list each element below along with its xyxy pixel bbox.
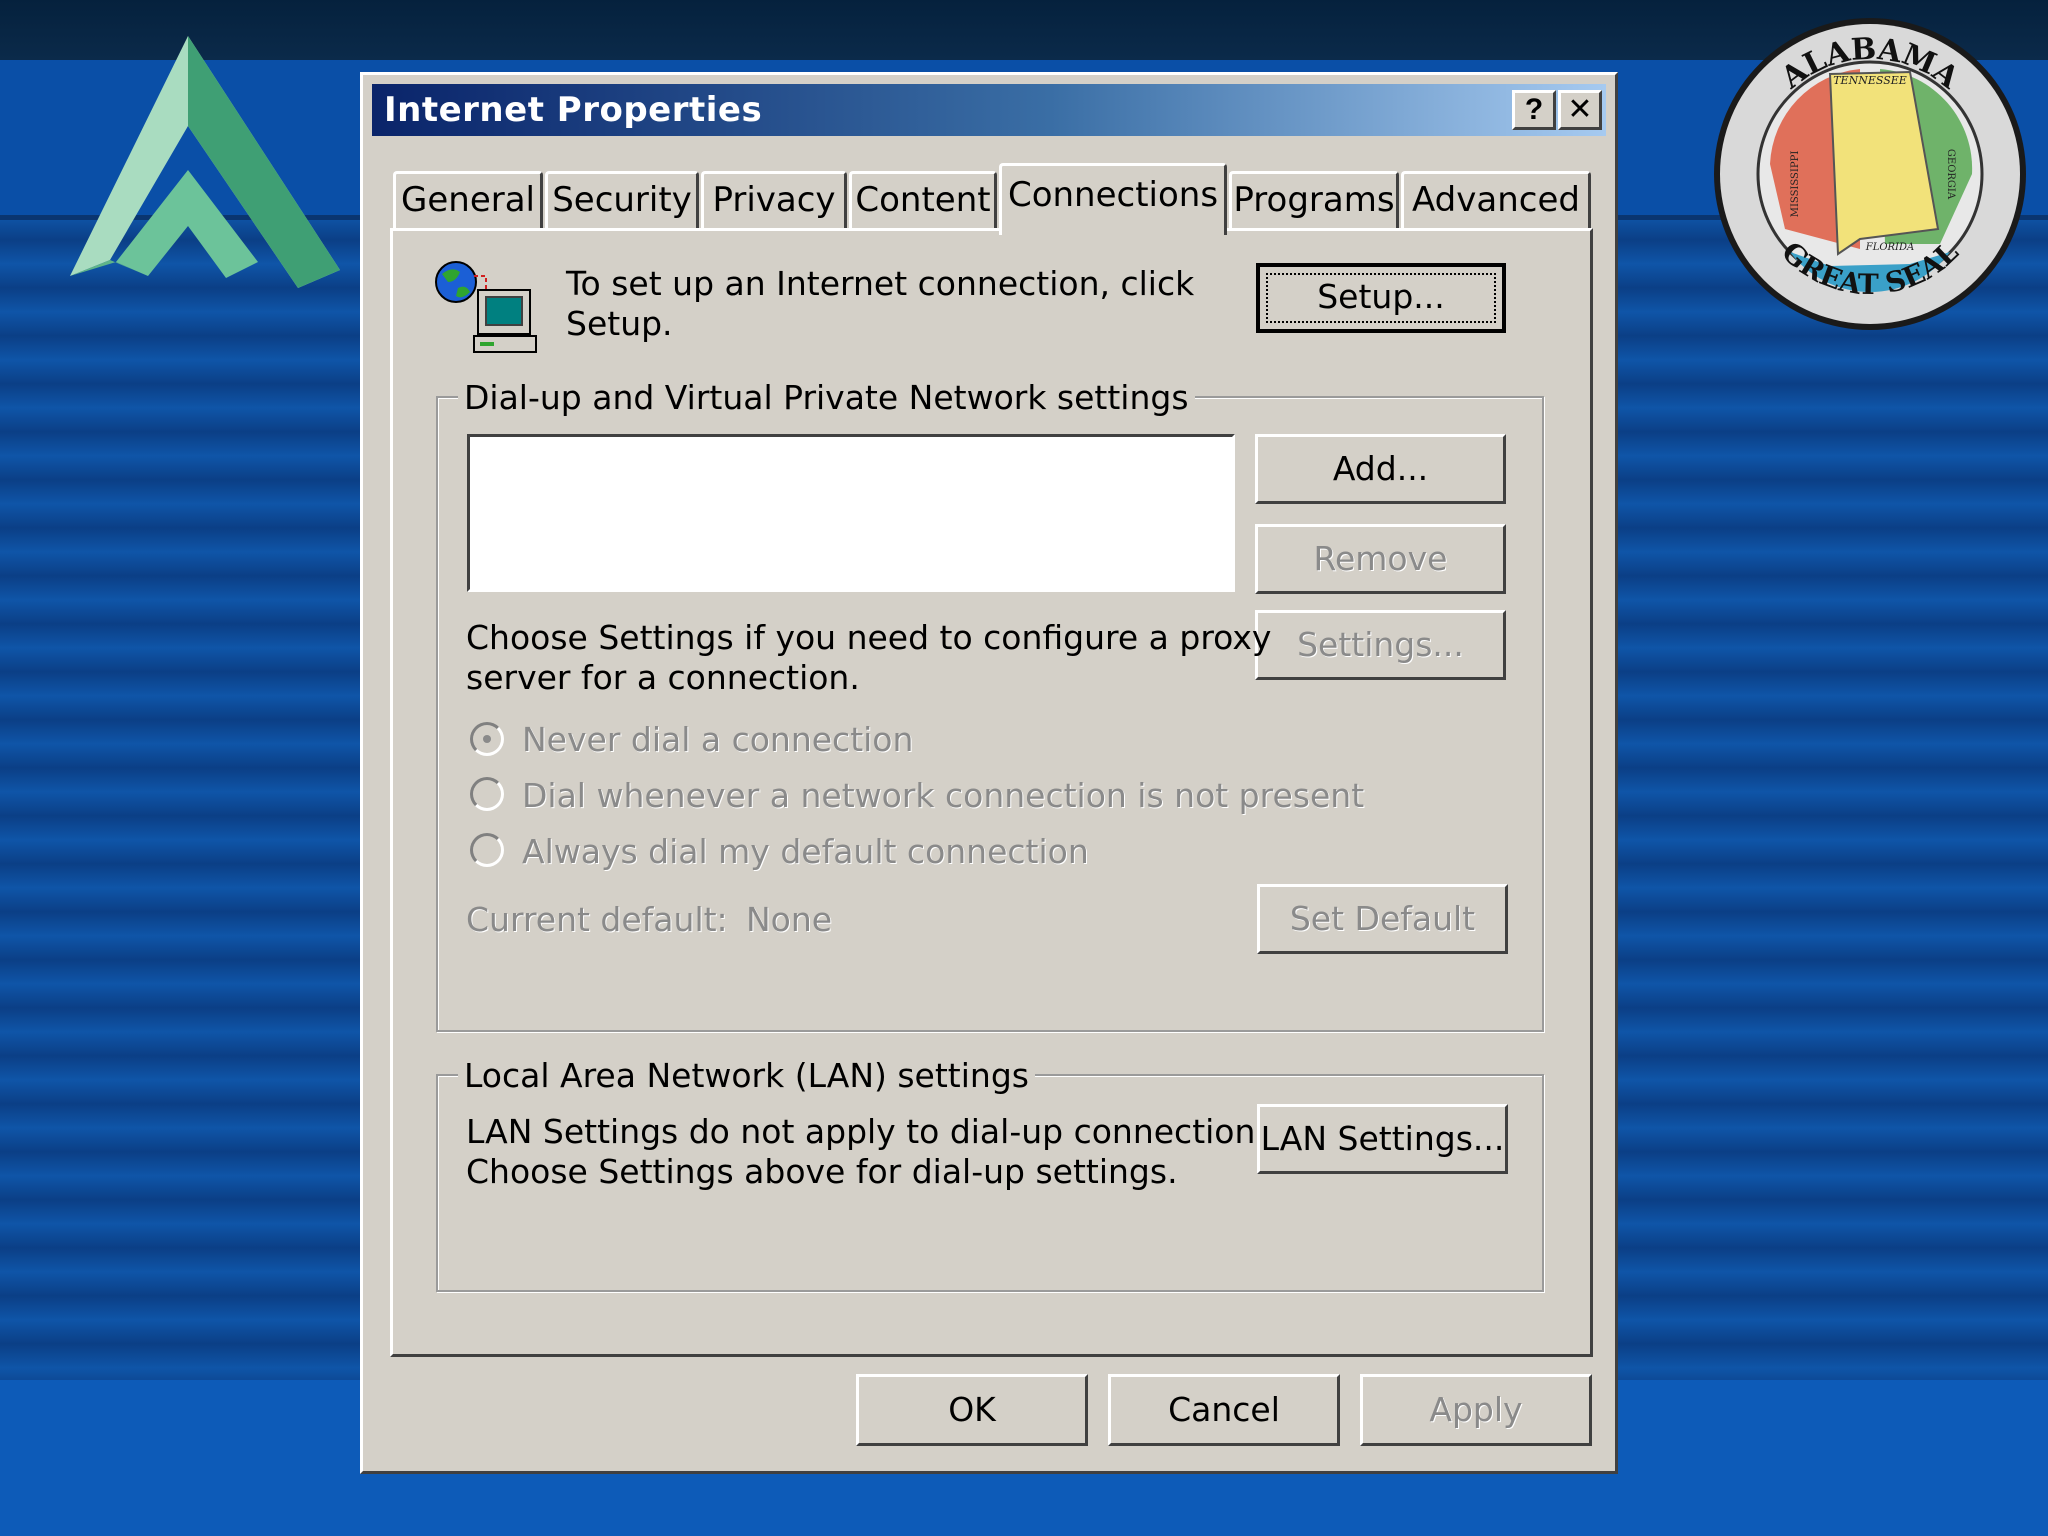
setup-text-line1: To set up an Internet connection, click <box>566 264 1195 303</box>
add-button[interactable]: Add... <box>1255 434 1506 504</box>
seal-east-label: GEORGIA <box>1945 149 1956 200</box>
help-button[interactable]: ? <box>1512 90 1556 130</box>
current-default-label: Current default: <box>466 900 728 939</box>
radio-always-dial-label: Always dial my default connection <box>522 832 1089 871</box>
lan-settings-button[interactable]: LAN Settings... <box>1257 1104 1508 1174</box>
lan-text-line1: LAN Settings do not apply to dial-up con… <box>466 1112 1284 1151</box>
setup-button[interactable]: Setup... <box>1256 263 1506 333</box>
ok-button[interactable]: OK <box>856 1374 1088 1446</box>
tab-programs[interactable]: Programs <box>1229 171 1399 229</box>
alabama-great-seal: ALABAMA GREAT SEAL TENNESSEE MISSISSIPPI… <box>1714 18 2026 330</box>
help-icon: ? <box>1524 93 1544 126</box>
apply-button[interactable]: Apply <box>1360 1374 1592 1446</box>
settings-button[interactable]: Settings... <box>1255 610 1506 680</box>
tab-security[interactable]: Security <box>545 171 699 229</box>
radio-dial-whenever[interactable] <box>470 777 504 811</box>
connections-list[interactable] <box>467 434 1235 592</box>
proxy-text-line1: Choose Settings if you need to configure… <box>466 618 1272 657</box>
tab-content[interactable]: Content <box>849 171 997 229</box>
radio-dial-whenever-label: Dial whenever a network connection is no… <box>522 776 1365 815</box>
remove-button[interactable]: Remove <box>1255 524 1506 594</box>
set-default-button[interactable]: Set Default <box>1257 884 1508 954</box>
title-bar[interactable]: Internet Properties ? ✕ <box>372 84 1606 136</box>
radio-never-dial[interactable] <box>470 722 504 756</box>
tab-advanced[interactable]: Advanced <box>1401 171 1591 229</box>
internet-connection-icon <box>435 261 537 353</box>
setup-text-line2: Setup. <box>566 304 673 343</box>
dialog-title: Internet Properties <box>384 90 763 130</box>
tab-privacy[interactable]: Privacy <box>701 171 847 229</box>
current-default-value: None <box>746 900 833 939</box>
dialup-group-label: Dial-up and Virtual Private Network sett… <box>458 378 1195 418</box>
close-button[interactable]: ✕ <box>1558 90 1602 130</box>
seal-north-label: TENNESSEE <box>1833 74 1907 87</box>
tab-connections[interactable]: Connections <box>999 163 1227 235</box>
seal-west-label: MISSISSIPPI <box>1790 151 1801 218</box>
cancel-button[interactable]: Cancel <box>1108 1374 1340 1446</box>
green-a-logo-icon <box>70 36 340 288</box>
setup-button-label: Setup... <box>1317 277 1445 316</box>
close-icon: ✕ <box>1567 93 1593 126</box>
radio-never-dial-label: Never dial a connection <box>522 720 914 759</box>
radio-always-dial[interactable] <box>470 833 504 867</box>
proxy-text-line2: server for a connection. <box>466 658 860 697</box>
tab-general[interactable]: General <box>393 171 543 229</box>
seal-south-label: FLORIDA <box>1865 242 1915 253</box>
lan-group-label: Local Area Network (LAN) settings <box>458 1056 1035 1096</box>
lan-text-line2: Choose Settings above for dial-up settin… <box>466 1152 1178 1191</box>
